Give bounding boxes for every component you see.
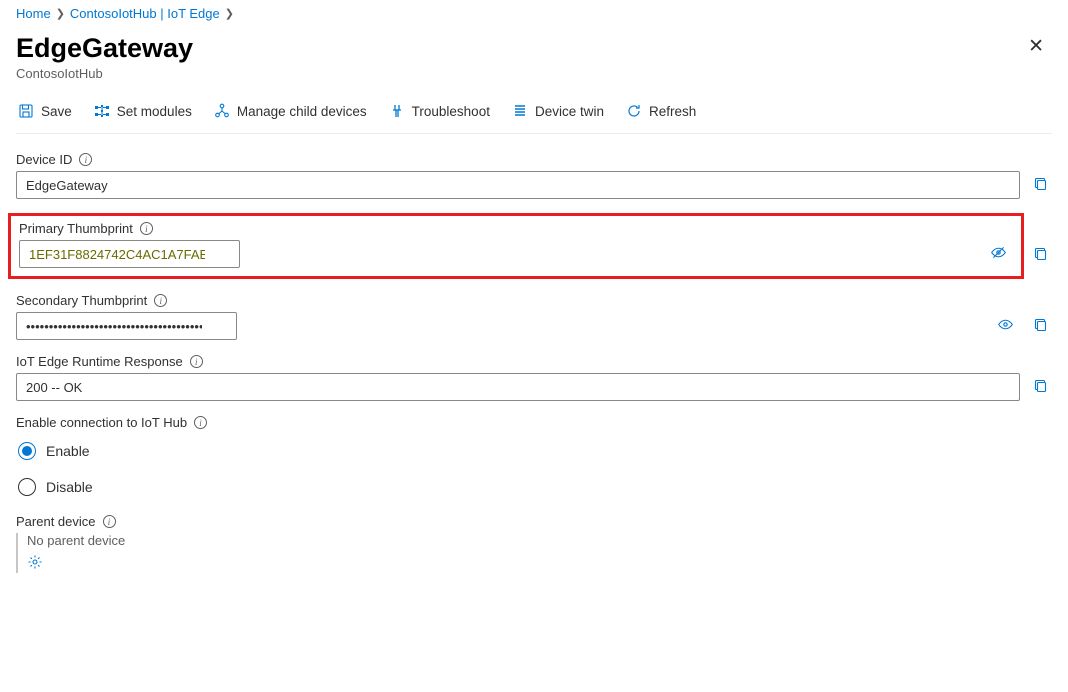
radio-enable[interactable]: Enable	[18, 442, 1052, 460]
info-icon[interactable]: i	[79, 153, 92, 166]
copy-icon	[1033, 317, 1049, 336]
primary-thumbprint-input[interactable]	[19, 240, 240, 268]
toolbar-label: Manage child devices	[237, 104, 367, 119]
breadcrumb: Home ❯ ContosoIotHub | IoT Edge ❯	[16, 6, 1052, 21]
child-devices-icon	[214, 103, 230, 119]
info-icon[interactable]: i	[103, 515, 116, 528]
device-twin-icon	[512, 103, 528, 119]
copy-button[interactable]	[1030, 314, 1052, 339]
info-icon[interactable]: i	[190, 355, 203, 368]
copy-button[interactable]	[1030, 375, 1052, 400]
parent-device-none: No parent device	[27, 533, 1052, 548]
secondary-thumbprint-field: Secondary Thumbprint i	[16, 293, 1052, 340]
set-modules-button[interactable]: Set modules	[83, 99, 203, 123]
primary-thumbprint-field: Primary Thumbprint i	[8, 213, 1024, 279]
device-twin-button[interactable]: Device twin	[501, 99, 615, 123]
eye-slash-icon	[990, 244, 1007, 264]
refresh-button[interactable]: Refresh	[615, 99, 707, 123]
modules-icon	[94, 103, 110, 119]
device-id-input[interactable]	[16, 171, 1020, 199]
manage-parent-button[interactable]	[27, 554, 43, 573]
secondary-thumbprint-input[interactable]	[16, 312, 237, 340]
copy-button[interactable]	[1030, 173, 1052, 198]
page-title: EdgeGateway	[16, 33, 193, 64]
info-icon[interactable]: i	[140, 222, 153, 235]
enable-connection-label: Enable connection to IoT Hub	[16, 415, 187, 430]
hide-button[interactable]	[990, 244, 1007, 264]
refresh-icon	[626, 103, 642, 119]
copy-icon	[1033, 176, 1049, 195]
info-icon[interactable]: i	[194, 416, 207, 429]
copy-icon	[1033, 246, 1049, 265]
copy-icon	[1033, 378, 1049, 397]
runtime-response-field: IoT Edge Runtime Response i	[16, 354, 1052, 401]
toolbar-label: Troubleshoot	[412, 104, 490, 119]
copy-button[interactable]	[1030, 243, 1052, 268]
show-button[interactable]	[997, 316, 1014, 336]
runtime-response-label: IoT Edge Runtime Response	[16, 354, 183, 369]
radio-icon	[18, 478, 36, 496]
close-icon: ✕	[1028, 36, 1044, 57]
radio-disable[interactable]: Disable	[18, 478, 1052, 496]
toolbar-label: Save	[41, 104, 72, 119]
breadcrumb-hub[interactable]: ContosoIotHub | IoT Edge	[70, 6, 220, 21]
info-icon[interactable]: i	[154, 294, 167, 307]
chevron-right-icon: ❯	[225, 7, 234, 20]
title-row: EdgeGateway ContosoIotHub ✕	[16, 29, 1052, 99]
toolbar-label: Set modules	[117, 104, 192, 119]
runtime-response-input[interactable]	[16, 373, 1020, 401]
device-id-field: Device ID i	[16, 152, 1052, 199]
breadcrumb-home[interactable]: Home	[16, 6, 51, 21]
eye-icon	[997, 316, 1014, 336]
parent-device-label: Parent device	[16, 514, 96, 529]
close-button[interactable]: ✕	[1020, 29, 1052, 64]
manage-children-button[interactable]: Manage child devices	[203, 99, 378, 123]
radio-label: Enable	[46, 443, 90, 459]
gear-icon	[27, 554, 43, 573]
troubleshoot-icon	[389, 103, 405, 119]
chevron-right-icon: ❯	[56, 7, 65, 20]
toolbar: Save Set modules Manage child devices Tr…	[16, 99, 1052, 134]
toolbar-label: Refresh	[649, 104, 696, 119]
primary-thumbprint-label: Primary Thumbprint	[19, 221, 133, 236]
toolbar-label: Device twin	[535, 104, 604, 119]
troubleshoot-button[interactable]: Troubleshoot	[378, 99, 501, 123]
parent-device-field: Parent device i No parent device	[16, 514, 1052, 573]
save-button[interactable]: Save	[16, 99, 83, 123]
radio-icon	[18, 442, 36, 460]
radio-label: Disable	[46, 479, 93, 495]
enable-connection-field: Enable connection to IoT Hub i Enable Di…	[16, 415, 1052, 496]
secondary-thumbprint-label: Secondary Thumbprint	[16, 293, 147, 308]
save-icon	[18, 103, 34, 119]
page-subtitle: ContosoIotHub	[16, 66, 193, 81]
device-id-label: Device ID	[16, 152, 72, 167]
